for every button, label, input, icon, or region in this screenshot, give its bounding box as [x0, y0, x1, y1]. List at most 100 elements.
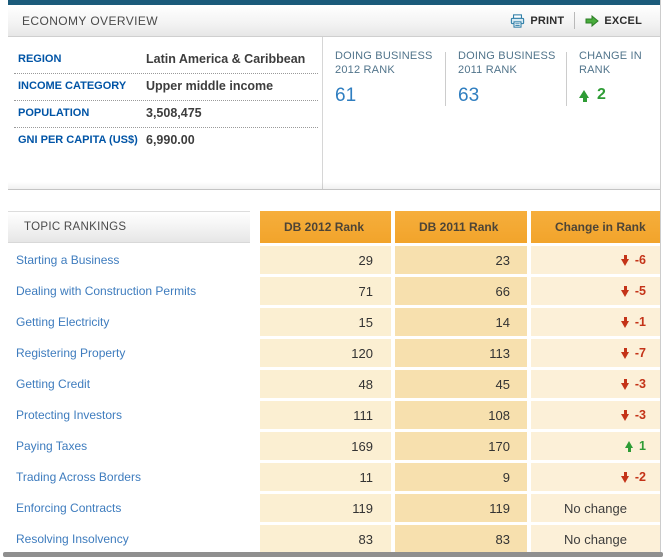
db2011-rank-cell: 108 [395, 401, 527, 429]
table-row: Paying Taxes 169170 1 [8, 432, 660, 460]
table-row: Protecting Investors 111108 -3 [8, 401, 660, 429]
change-in-rank-box: CHANGE IN RANK 2 [567, 50, 660, 189]
db2011-rank-label: DOING BUSINESS 2011 RANK [458, 50, 566, 77]
print-button[interactable]: PRINT [500, 14, 574, 28]
change-in-rank-cell: No change [531, 494, 660, 522]
rank-change-negative: -5 [621, 284, 646, 298]
db2011-rank-value: 63 [458, 85, 566, 107]
down-arrow-icon [621, 255, 630, 266]
db2011-rank-cell: 9 [395, 463, 527, 491]
change-in-rank-cell: -2 [531, 463, 660, 491]
region-value: Latin America & Caribbean [146, 52, 311, 67]
no-change-label: No change [564, 501, 627, 516]
table-row: Starting a Business 2923 -6 [8, 246, 660, 274]
excel-button[interactable]: EXCEL [575, 15, 652, 27]
rank-change-number: -3 [635, 377, 646, 391]
population-value: 3,508,475 [146, 106, 311, 121]
economy-facts: REGION Latin America & Caribbean INCOME … [8, 37, 323, 189]
topic-table-header: TOPIC RANKINGS DB 2012 Rank DB 2011 Rank… [8, 211, 660, 243]
topic-link[interactable]: Starting a Business [8, 246, 250, 274]
topic-link[interactable]: Getting Electricity [8, 308, 250, 336]
change-in-rank-cell: -6 [531, 246, 660, 274]
db2012-rank-cell: 48 [260, 370, 391, 398]
rank-change-negative: -2 [621, 470, 646, 484]
db2012-rank-cell: 83 [260, 525, 391, 553]
population-label: POPULATION [18, 106, 146, 121]
rank-change-number: -2 [635, 470, 646, 484]
change-in-rank-value: 2 [579, 86, 660, 104]
section-gap [8, 190, 660, 211]
no-change-label: No change [564, 532, 627, 547]
column-header-db2011: DB 2011 Rank [395, 211, 527, 243]
down-arrow-icon [621, 348, 630, 359]
topic-link[interactable]: Dealing with Construction Permits [8, 277, 250, 305]
change-in-rank-cell: -1 [531, 308, 660, 336]
fact-row-gni: GNI PER CAPITA (US$) 6,990.00 [14, 128, 318, 154]
column-header-db2012: DB 2012 Rank [260, 211, 391, 243]
db2012-rank-cell: 111 [260, 401, 391, 429]
rank-change-negative: -6 [621, 253, 646, 267]
db2011-rank-cell: 23 [395, 246, 527, 274]
rank-change-number: -5 [635, 284, 646, 298]
change-in-rank-cell: -5 [531, 277, 660, 305]
rank-change-negative: -7 [621, 346, 646, 360]
panel-title: ECONOMY OVERVIEW [22, 14, 158, 28]
db2012-rank-cell: 11 [260, 463, 391, 491]
db2011-rank-cell: 113 [395, 339, 527, 367]
topic-link[interactable]: Protecting Investors [8, 401, 250, 429]
topic-link[interactable]: Resolving Insolvency [8, 525, 250, 553]
db2012-rank-cell: 120 [260, 339, 391, 367]
topic-link[interactable]: Enforcing Contracts [8, 494, 250, 522]
db2011-rank-box: DOING BUSINESS 2011 RANK 63 [446, 50, 566, 189]
db2012-rank-cell: 169 [260, 432, 391, 460]
fact-row-region: REGION Latin America & Caribbean [14, 47, 318, 74]
db2012-rank-cell: 29 [260, 246, 391, 274]
topic-link[interactable]: Trading Across Borders [8, 463, 250, 491]
excel-arrow-icon [585, 15, 599, 27]
change-in-rank-cell: 1 [531, 432, 660, 460]
db2011-rank-cell: 14 [395, 308, 527, 336]
down-arrow-icon [621, 410, 630, 421]
db2012-rank-cell: 71 [260, 277, 391, 305]
column-header-change: Change in Rank [531, 211, 660, 243]
change-in-rank-cell: No change [531, 525, 660, 553]
rank-change-number: -6 [635, 253, 646, 267]
db2011-rank-cell: 83 [395, 525, 527, 553]
income-category-label: INCOME CATEGORY [18, 79, 146, 94]
rank-change-negative: -3 [621, 377, 646, 391]
rank-change-number: -3 [635, 408, 646, 422]
db2012-rank-label: DOING BUSINESS 2012 RANK [335, 50, 443, 77]
topic-rankings-title: TOPIC RANKINGS [8, 211, 250, 243]
db2012-rank-cell: 119 [260, 494, 391, 522]
change-in-rank-cell: -3 [531, 401, 660, 429]
change-in-rank-cell: -7 [531, 339, 660, 367]
fact-row-population: POPULATION 3,508,475 [14, 101, 318, 128]
topic-table-body: Starting a Business 2923 -6 Dealing with Co… [8, 246, 660, 553]
db2012-rank-value: 61 [335, 85, 445, 107]
change-in-rank-label: CHANGE IN RANK [579, 50, 660, 77]
gni-label: GNI PER CAPITA (US$) [18, 133, 146, 148]
change-in-rank-number: 2 [597, 86, 606, 104]
rank-change-negative: -1 [621, 315, 646, 329]
print-label: PRINT [530, 15, 564, 27]
economy-info-section: REGION Latin America & Caribbean INCOME … [8, 37, 660, 190]
printer-icon [510, 14, 525, 28]
down-arrow-icon [621, 286, 630, 297]
topic-link[interactable]: Registering Property [8, 339, 250, 367]
topic-link[interactable]: Paying Taxes [8, 432, 250, 460]
db2011-rank-cell: 66 [395, 277, 527, 305]
table-row: Registering Property 120113 -7 [8, 339, 660, 367]
table-row: Resolving Insolvency 8383 No change [8, 525, 660, 553]
gni-value: 6,990.00 [146, 133, 311, 148]
db2011-rank-cell: 170 [395, 432, 527, 460]
region-label: REGION [18, 52, 146, 67]
rank-change-number: 1 [639, 439, 646, 453]
rank-summary: DOING BUSINESS 2012 RANK 61 DOING BUSINE… [323, 37, 660, 189]
bottom-scrollbar[interactable] [3, 552, 663, 557]
topic-link[interactable]: Getting Credit [8, 370, 250, 398]
db2011-rank-cell: 119 [395, 494, 527, 522]
table-row: Enforcing Contracts 119119 No change [8, 494, 660, 522]
db2012-rank-box: DOING BUSINESS 2012 RANK 61 [323, 50, 445, 189]
down-arrow-icon [621, 317, 630, 328]
excel-label: EXCEL [604, 15, 642, 27]
